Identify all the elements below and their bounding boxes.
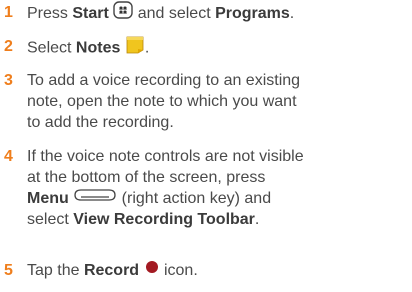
text-line: To add a voice recording to an existing: [27, 72, 301, 89]
text-run: Select: [27, 39, 76, 57]
text-line: at the bottom of the screen, press: [27, 169, 266, 186]
step-number: 1: [4, 4, 13, 21]
step-text: Tap the Record icon.: [27, 260, 412, 281]
text-run: .: [289, 5, 295, 23]
notes-label: Notes: [75, 39, 121, 57]
step-text: Select Notes .: [27, 36, 412, 57]
text-run: select: [27, 211, 74, 228]
text-run: Tap the: [27, 262, 84, 279]
record-label: Record: [83, 262, 140, 279]
text-line: If the voice note controls are not visib…: [27, 148, 304, 165]
start-label: Start: [72, 5, 109, 23]
step-number: 2: [4, 38, 13, 55]
text-run: icon.: [159, 262, 198, 279]
view-recording-toolbar-label: View Recording Toolbar: [73, 211, 255, 228]
right-action-key-icon: [73, 187, 117, 208]
text-line: to add the recording.: [27, 114, 174, 131]
text-run: and select: [133, 5, 216, 23]
text-run: .: [144, 39, 150, 57]
text-run: Press: [27, 5, 73, 23]
start-key-icon: [113, 1, 133, 25]
step-text: Press Start and select Programs.: [27, 1, 412, 25]
text-line: note, open the note to which you want: [27, 93, 297, 110]
step-number: 3: [4, 72, 13, 89]
step-number: 5: [4, 262, 13, 279]
programs-label: Programs: [215, 5, 290, 23]
notes-app-icon: [125, 35, 145, 60]
menu-label: Menu: [27, 190, 69, 207]
text-run: .: [254, 211, 260, 228]
step-text: To add a voice recording to an existing …: [27, 70, 412, 133]
text-run: (right action key) and: [117, 190, 272, 207]
record-icon: [144, 259, 160, 280]
step-number: 4: [4, 148, 13, 165]
step-text: If the voice note controls are not visib…: [27, 146, 412, 230]
